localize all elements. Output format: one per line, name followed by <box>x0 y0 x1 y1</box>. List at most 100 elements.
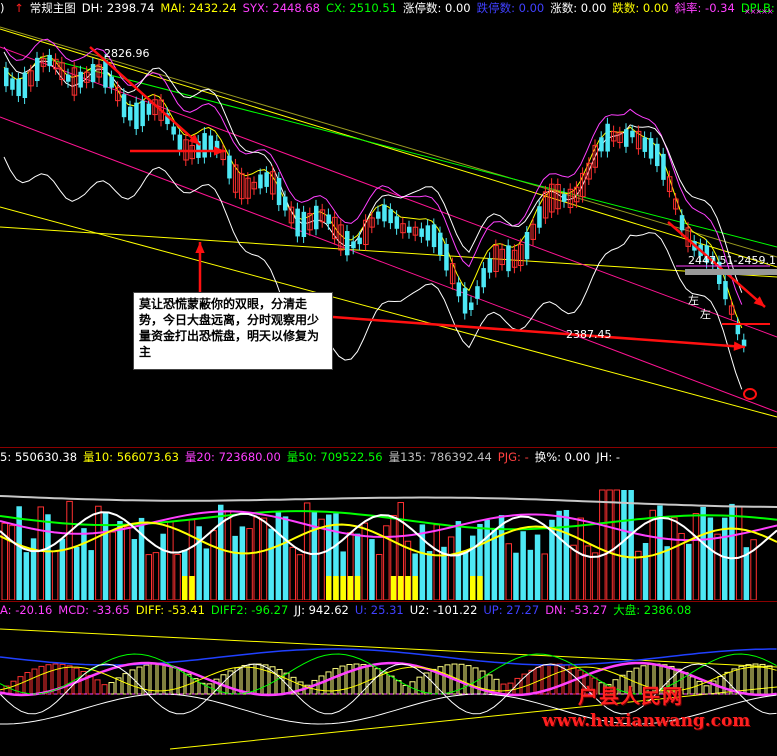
candle-down <box>394 216 400 229</box>
target-circle <box>743 388 757 400</box>
candle-down <box>258 174 263 189</box>
macd-histogram-bar <box>507 682 514 695</box>
ma-magenta-line <box>3 38 743 305</box>
volume-bar-down <box>520 531 526 600</box>
candle-down <box>456 282 462 297</box>
volume-bar-down <box>707 517 714 600</box>
volume-bar-up <box>318 518 325 600</box>
volume-bar-down <box>455 521 462 600</box>
candle-down <box>146 103 152 115</box>
volume-bar-highlight <box>347 576 354 600</box>
volume-bar-down <box>686 543 692 600</box>
main-header-item: CX: 2510.51 <box>325 1 397 15</box>
close-marker[interactable]: ××××× <box>744 8 774 16</box>
volume-bar-down <box>484 519 490 600</box>
watermark: 户县人民网 www.huxianwang.com <box>540 680 777 740</box>
candle-down <box>388 209 393 224</box>
left-marker-2: 左 <box>700 308 711 321</box>
candle-down <box>314 205 319 230</box>
volume-chart[interactable] <box>0 466 777 600</box>
macd-histogram-bar <box>318 675 325 695</box>
volume-bar-up <box>8 525 16 600</box>
candle-down <box>506 245 511 272</box>
volume-bar-highlight <box>182 576 188 600</box>
macd-histogram-bar <box>437 666 444 695</box>
volume-bar-up <box>95 505 102 600</box>
candle-down <box>301 211 307 238</box>
candle-down <box>35 57 40 82</box>
volume-bar-down <box>563 509 570 600</box>
low-price-label: 2387.45 <box>566 328 612 341</box>
volume-bar-down <box>311 511 318 600</box>
candle-down <box>425 225 431 241</box>
volume-bar-down <box>628 490 634 600</box>
candle-down <box>487 258 493 273</box>
macd-histogram-bar <box>101 684 108 695</box>
volume-bar-down <box>498 515 505 600</box>
volume-bar-up <box>714 533 721 600</box>
volume-bar-up <box>152 552 160 600</box>
candle-down <box>624 129 629 147</box>
candle-down <box>78 71 83 88</box>
macd-histogram-bar <box>388 675 395 695</box>
volume-bar-down <box>621 490 627 600</box>
macd-histogram-bar <box>129 669 136 695</box>
candle-down <box>208 135 214 152</box>
main-header-item: 涨停数: 0.00 <box>402 1 471 15</box>
macd-histogram-bar <box>374 668 381 695</box>
watermark-url: www.huxianwang.com <box>542 711 751 731</box>
candle-down <box>66 74 71 82</box>
volume-bar-up <box>167 521 174 600</box>
macd-header-item: A: -20.16 <box>0 603 53 617</box>
macd-histogram-bar <box>381 671 388 695</box>
candlestick-chart[interactable] <box>0 17 777 445</box>
candle-down <box>171 126 176 135</box>
candle-down <box>376 211 381 219</box>
volume-bar-down <box>16 506 22 600</box>
volume-bar-highlight <box>398 576 404 600</box>
candle-down <box>630 130 635 138</box>
main-header-item: MAI: 2432.24 <box>160 1 237 15</box>
up-arrow-head <box>195 242 205 254</box>
volume-bar-up <box>253 516 260 600</box>
candle-down <box>109 76 114 88</box>
macd-histogram-bar <box>136 666 143 695</box>
volume-bar-down <box>239 526 246 600</box>
candle-down <box>351 241 356 249</box>
macd-histogram-bar <box>150 663 157 695</box>
volume-bar-up <box>246 528 253 600</box>
macd-histogram-bar <box>108 682 115 695</box>
macd-trend-line <box>0 628 777 668</box>
ma-yellow-line <box>3 55 743 329</box>
main-header-item: ↑ <box>14 1 24 15</box>
main-header-item: 跌停数: 0.00 <box>476 1 545 15</box>
candle-down <box>4 67 9 87</box>
candle-down <box>264 172 269 187</box>
macd-header-item: UP: 27.27 <box>483 603 540 617</box>
macd-histogram-bar <box>178 669 185 695</box>
macd-histogram-bar <box>157 663 164 695</box>
volume-bar-up <box>66 500 73 600</box>
candle-down <box>431 224 437 248</box>
volume-bar-down <box>513 552 519 600</box>
macd-histogram-bar <box>66 665 73 695</box>
volume-bar-up <box>671 517 678 600</box>
macd-histogram-bar <box>444 664 451 695</box>
main-header-item: DH: 2398.74 <box>81 1 155 15</box>
main-header-item: 跌数: 0.00 <box>612 1 669 15</box>
main-header-item: 斜率: -0.34 <box>674 1 735 15</box>
macd-header-item: U: 25.31 <box>354 603 404 617</box>
macd-histogram-bar <box>94 679 101 695</box>
candle-down <box>47 54 52 67</box>
volume-bar-highlight <box>326 576 332 600</box>
volume-bar-up <box>591 552 599 600</box>
candle-down <box>103 59 108 88</box>
macd-header-item: DIFF2: -96.27 <box>210 603 289 617</box>
volume-bar-highlight <box>189 576 195 600</box>
macd-histogram-bar <box>528 669 535 695</box>
volume-bar-up <box>447 536 455 600</box>
candle-down <box>121 94 127 118</box>
macd-histogram-bar <box>402 684 409 695</box>
volume-header-item: 量50: 709522.56 <box>286 450 383 464</box>
left-marker-1: 左 <box>688 294 699 307</box>
